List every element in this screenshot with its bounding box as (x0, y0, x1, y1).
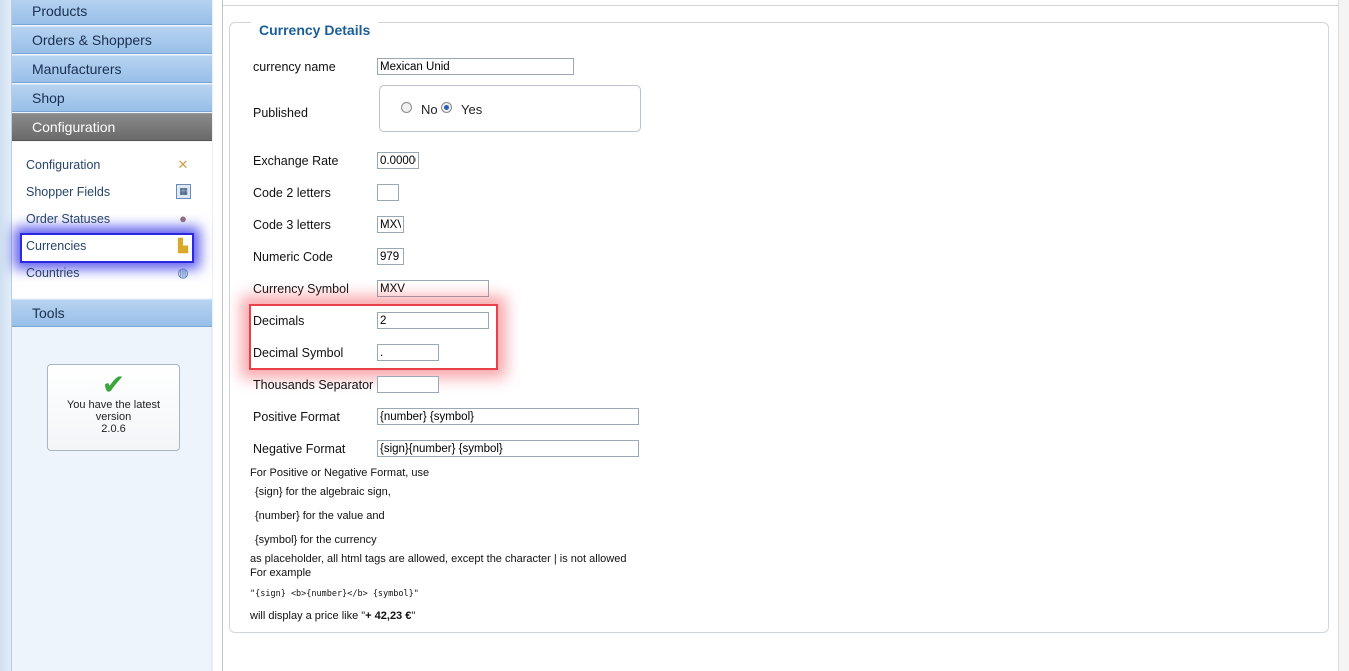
help-display-prefix: will display a price like " (250, 610, 366, 622)
help-display-value: + 42,23 € (365, 610, 412, 622)
version-line2: version (95, 411, 132, 423)
submenu-label: Countries (26, 266, 80, 280)
help-number: {number} for the value and (255, 510, 385, 522)
thousands-separator-label: Thousands Separator (253, 378, 374, 392)
checkmark-icon: ✔ (101, 369, 126, 400)
help-example-code: "{sign} <b>{number}</b> {symbol}" (250, 589, 419, 599)
submenu-currencies[interactable]: Currencies ▙ (26, 235, 191, 257)
negative-format-label: Negative Format (253, 442, 346, 456)
currency-name-label: currency name (253, 60, 336, 74)
help-display-line: will display a price like "+ 42,23 €" (250, 610, 415, 622)
version-line1: You have the latest (66, 399, 161, 411)
code3-label: Code 3 letters (253, 218, 331, 232)
numeric-code-input[interactable] (377, 248, 404, 265)
submenu-label: Order Statuses (26, 212, 111, 226)
decimals-input[interactable] (377, 312, 489, 329)
positive-format-input[interactable] (377, 408, 639, 425)
tools-icon: ✕ (177, 157, 189, 172)
positive-format-label: Positive Format (253, 410, 340, 424)
version-number: 2.0.6 (101, 423, 126, 435)
submenu-label: Currencies (26, 239, 87, 253)
published-yes-label: Yes (461, 102, 483, 117)
menu-tools[interactable]: Tools (12, 299, 212, 327)
exchange-rate-label: Exchange Rate (253, 154, 339, 168)
published-label: Published (253, 106, 308, 120)
submenu-shopper-fields[interactable]: Shopper Fields ▦ (26, 181, 191, 203)
order-status-icon: ● (179, 211, 187, 226)
submenu-configuration[interactable]: Configuration ✕ (26, 154, 191, 176)
help-display-suffix: " (411, 610, 416, 622)
menu-configuration[interactable]: Configuration (12, 113, 212, 141)
menu-products[interactable]: Products (12, 0, 212, 25)
published-no-label: No (421, 102, 438, 117)
currency-details-legend: Currency Details (251, 22, 379, 38)
sidebar-edge (0, 0, 12, 671)
sidebar: Products Orders & Shoppers Manufacturers… (0, 0, 222, 671)
submenu-order-statuses[interactable]: Order Statuses ● (26, 208, 191, 230)
thousands-separator-input[interactable] (377, 376, 439, 393)
help-symbol: {symbol} for the currency (255, 534, 377, 546)
published-no-radio[interactable] (401, 102, 412, 113)
help-example-label: For example (250, 567, 312, 579)
top-divider (223, 5, 1339, 6)
menu-shop[interactable]: Shop (12, 84, 212, 112)
decimal-symbol-input[interactable] (377, 344, 439, 361)
currency-name-input[interactable] (377, 58, 574, 75)
help-placeholder-note: as placeholder, all html tags are allowe… (250, 553, 627, 565)
submenu-countries[interactable]: Countries ◍ (26, 262, 191, 284)
code2-input[interactable] (377, 184, 399, 201)
code2-label: Code 2 letters (253, 186, 331, 200)
coins-icon: ▙ (178, 238, 188, 253)
published-fieldset: No Yes (379, 85, 641, 132)
menu-orders-shoppers[interactable]: Orders & Shoppers (12, 26, 212, 54)
page-scrollbar[interactable] (1338, 0, 1349, 671)
submenu-label: Shopper Fields (26, 185, 111, 199)
published-yes-radio[interactable] (441, 102, 452, 113)
shopper-fields-icon: ▦ (176, 184, 191, 199)
version-status-box: ✔ You have the latest version 2.0.6 (47, 364, 180, 451)
submenu-label: Configuration (26, 158, 101, 172)
code3-input[interactable] (377, 216, 404, 233)
globe-icon: ◍ (177, 265, 189, 280)
exchange-rate-input[interactable] (377, 152, 419, 169)
decimals-label: Decimals (253, 314, 305, 328)
help-intro: For Positive or Negative Format, use (250, 467, 430, 479)
decimal-symbol-label: Decimal Symbol (253, 346, 344, 360)
numeric-code-label: Numeric Code (253, 250, 333, 264)
negative-format-input[interactable] (377, 440, 639, 457)
currency-symbol-label: Currency Symbol (253, 282, 349, 296)
main-content: Currency Details currency name Published… (222, 0, 1340, 671)
help-sign: {sign} for the algebraic sign, (255, 486, 391, 498)
currency-symbol-input[interactable] (377, 280, 489, 297)
menu-manufacturers[interactable]: Manufacturers (12, 55, 212, 83)
